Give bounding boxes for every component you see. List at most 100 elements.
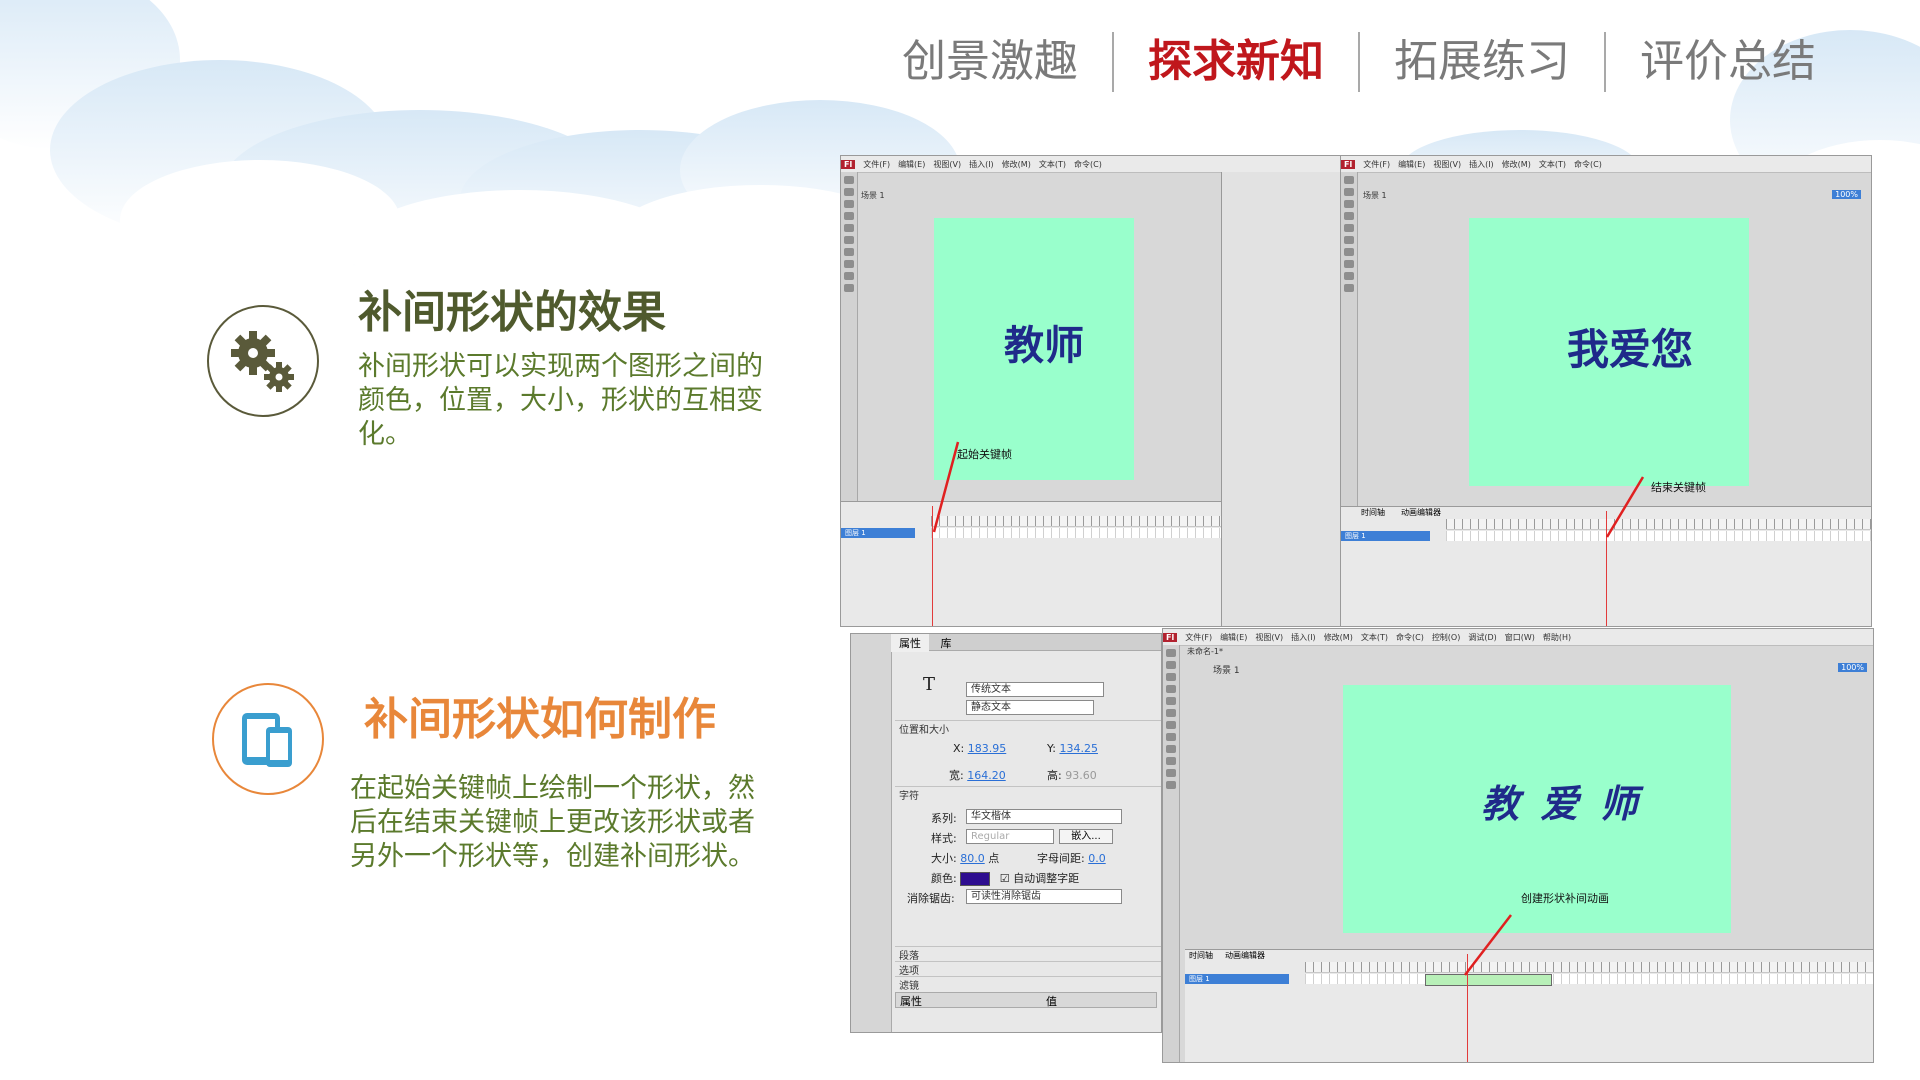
text-color-swatch[interactable] — [960, 872, 991, 886]
nav-item-practice[interactable]: 拓展练习 — [1360, 30, 1604, 94]
size-label: 大小: — [931, 852, 957, 865]
font-family-select[interactable]: 华文楷体 — [966, 809, 1122, 824]
stage-text: 教 爱 师 — [1481, 781, 1642, 826]
section-body-effect: 补间形状可以实现两个图形之间的颜色，位置，大小，形状的互相变化。 — [358, 351, 763, 450]
scene-label: 场景 1 — [1213, 666, 1240, 676]
layer-row[interactable]: 图层 1 — [1185, 974, 1289, 984]
menu-command[interactable]: 命令(C) — [1570, 159, 1606, 170]
scene-label: 场景 1 — [1363, 191, 1387, 200]
scene-label: 场景 1 — [861, 191, 885, 200]
text-mode-select[interactable]: 静态文本 — [966, 700, 1094, 715]
menu-view[interactable]: 视图(V) — [1251, 632, 1287, 643]
menu-modify[interactable]: 修改(M) — [998, 159, 1035, 170]
tab-library[interactable]: 库 — [933, 634, 960, 652]
section-body-howto: 在起始关键帧上绘制一个形状，然后在结束关键帧上更改该形状或者另外一个形状等，创建… — [350, 773, 755, 872]
zoom-field[interactable]: 100% — [1832, 190, 1861, 199]
panel-dock-icons — [851, 634, 892, 1032]
menu-text[interactable]: 文本(T) — [1535, 159, 1570, 170]
menu-file[interactable]: 文件(F) — [859, 159, 894, 170]
menu-window[interactable]: 窗口(W) — [1501, 632, 1539, 643]
menu-modify[interactable]: 修改(M) — [1320, 632, 1357, 643]
nav-item-explore[interactable]: 探求新知 — [1114, 30, 1358, 94]
section-paragraph[interactable]: 段落 — [895, 946, 1161, 962]
zoom-field[interactable]: 100% — [1838, 663, 1867, 672]
top-navigation: 创景激趣 探求新知 拓展练习 评价总结 — [868, 30, 1850, 94]
menu-debug[interactable]: 调试(D) — [1464, 632, 1500, 643]
flash-window-start: Fl 文件(F) 编辑(E) 视图(V) 插入(I) 修改(M) 文本(T) 命… — [840, 155, 1342, 627]
embed-button[interactable]: 嵌入... — [1059, 829, 1113, 844]
y-value[interactable]: 134.25 — [1059, 742, 1098, 755]
document-tab[interactable]: 未命名-1* — [1187, 646, 1223, 657]
menu-text[interactable]: 文本(T) — [1357, 632, 1392, 643]
section-title-howto: 补间形状如何制作 — [364, 694, 716, 745]
menu-edit[interactable]: 编辑(E) — [894, 159, 929, 170]
annotation-create-tween: 创建形状补间动画 — [1521, 892, 1609, 905]
menu-help[interactable]: 帮助(H) — [1539, 632, 1575, 643]
font-style-select[interactable]: Regular — [966, 829, 1054, 844]
properties-panel-small — [1221, 172, 1341, 626]
stage: 教 爱 师 创建形状补间动画 — [1343, 685, 1731, 933]
flash-window-tween: Fl 文件(F) 编辑(E) 视图(V) 插入(I) 修改(M) 文本(T) 命… — [1162, 628, 1874, 1063]
grid-col-property: 属性 — [900, 995, 922, 1008]
arrow-icon — [1464, 914, 1512, 976]
section-position-size[interactable]: 位置和大小 — [895, 720, 1161, 736]
stage-text: 教师 — [1004, 322, 1084, 369]
auto-kern-label: 自动调整字距 — [1013, 872, 1080, 885]
height-label: 高: — [1047, 769, 1062, 782]
menu-edit[interactable]: 编辑(E) — [1394, 159, 1429, 170]
nav-item-summary[interactable]: 评价总结 — [1606, 30, 1850, 94]
menu-bar: Fl 文件(F) 编辑(E) 视图(V) 插入(I) 修改(M) 文本(T) 命… — [841, 156, 1341, 173]
menu-view[interactable]: 视图(V) — [929, 159, 965, 170]
tab-motion-editor[interactable]: 动画编辑器 — [1225, 950, 1265, 961]
menu-bar: Fl 文件(F) 编辑(E) 视图(V) 插入(I) 修改(M) 文本(T) 命… — [1163, 629, 1873, 646]
tab-properties[interactable]: 属性 — [891, 634, 929, 652]
antialias-select[interactable]: 可读性消除锯齿 — [966, 889, 1122, 904]
menu-control[interactable]: 控制(O) — [1428, 632, 1465, 643]
auto-kern-checkbox[interactable]: ☑ — [1000, 872, 1010, 885]
tab-timeline[interactable]: 时间轴 — [1189, 950, 1213, 961]
layer-row[interactable]: 图层 1 — [841, 528, 915, 538]
section-title-effect: 补间形状的效果 — [358, 287, 666, 338]
menu-edit[interactable]: 编辑(E) — [1216, 632, 1251, 643]
height-value[interactable]: 93.60 — [1065, 769, 1097, 782]
section-options[interactable]: 选项 — [895, 961, 1161, 977]
menu-file[interactable]: 文件(F) — [1359, 159, 1394, 170]
timeline: 图层 1 — [841, 501, 1221, 626]
menu-file[interactable]: 文件(F) — [1181, 632, 1216, 643]
properties-panel: 属性 库 T 传统文本 静态文本 位置和大小 X: 183.95 Y: 134.… — [850, 633, 1162, 1033]
text-tool-icon: T — [923, 674, 936, 695]
width-label: 宽: — [949, 769, 964, 782]
menu-command[interactable]: 命令(C) — [1392, 632, 1428, 643]
menu-insert[interactable]: 插入(I) — [965, 159, 998, 170]
section-filters[interactable]: 滤镜 — [895, 976, 1161, 992]
antialias-label: 消除锯齿: — [907, 892, 955, 905]
section-character[interactable]: 字符 — [895, 786, 1161, 802]
size-value[interactable]: 80.0 — [960, 852, 985, 865]
size-unit: 点 — [988, 852, 1000, 865]
annotation-end-keyframe: 结束关键帧 — [1651, 481, 1706, 494]
menu-modify[interactable]: 修改(M) — [1498, 159, 1535, 170]
properties-tabs: 属性 库 — [891, 634, 1161, 652]
tab-timeline[interactable]: 时间轴 — [1361, 507, 1385, 518]
text-type-select[interactable]: 传统文本 — [966, 682, 1104, 697]
tab-motion-editor[interactable]: 动画编辑器 — [1401, 507, 1441, 518]
menu-text[interactable]: 文本(T) — [1035, 159, 1070, 170]
color-label: 颜色: — [931, 872, 957, 885]
x-value[interactable]: 183.95 — [968, 742, 1007, 755]
menu-command[interactable]: 命令(C) — [1070, 159, 1106, 170]
menu-insert[interactable]: 插入(I) — [1465, 159, 1498, 170]
filter-grid-header: 属性 值 — [895, 992, 1157, 1008]
menu-insert[interactable]: 插入(I) — [1287, 632, 1320, 643]
nav-item-intro[interactable]: 创景激趣 — [868, 30, 1112, 94]
arrow-icon — [1605, 476, 1645, 538]
layer-row[interactable]: 图层 1 — [1341, 531, 1430, 541]
grid-col-value: 值 — [1046, 995, 1057, 1008]
arrow-icon — [932, 441, 960, 533]
devices-icon — [212, 683, 324, 795]
style-label: 样式: — [931, 832, 957, 845]
width-value[interactable]: 164.20 — [967, 769, 1006, 782]
menu-view[interactable]: 视图(V) — [1429, 159, 1465, 170]
stage: 我爱您 — [1469, 218, 1749, 486]
spacing-value[interactable]: 0.0 — [1088, 852, 1106, 865]
menu-bar: Fl 文件(F) 编辑(E) 视图(V) 插入(I) 修改(M) 文本(T) 命… — [1341, 156, 1871, 173]
